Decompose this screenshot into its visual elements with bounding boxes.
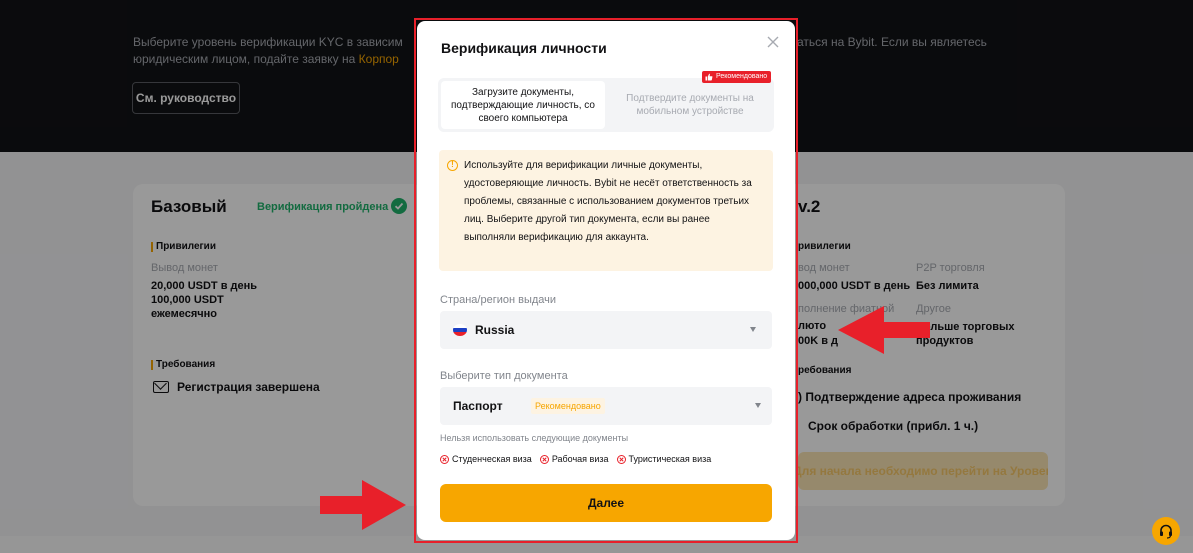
forbidden-doc-item: Рабочая виза (539, 454, 609, 464)
recommended-tag: Рекомендовано (531, 398, 605, 414)
tab-verify-on-mobile[interactable]: Подтвердите документы на мобильном устро… (608, 81, 772, 129)
recommended-badge: Рекомендовано (702, 71, 772, 83)
country-select[interactable]: Russia (440, 311, 772, 349)
next-button[interactable]: Далее (440, 484, 772, 522)
headset-icon (1160, 524, 1172, 539)
tab-upload-from-computer[interactable]: Загрузите документы, подтверждающие личн… (441, 81, 605, 129)
doc-type-label: Выберите тип документа (440, 370, 568, 382)
close-icon[interactable] (766, 35, 780, 49)
russia-flag-icon (453, 324, 467, 336)
recommended-badge-label: Рекомендовано (716, 73, 768, 80)
forbidden-doc-label: Студенческая виза (452, 454, 532, 464)
chevron-down-icon (755, 403, 761, 408)
support-button[interactable] (1152, 517, 1180, 545)
modal-title: Верификация личности (441, 40, 607, 56)
chevron-down-icon (750, 327, 756, 332)
red-arrow-icon (320, 480, 406, 530)
doc-type-value: Паспорт (453, 399, 503, 413)
x-circle-icon (440, 454, 449, 464)
forbidden-doc-item: Туристическая виза (616, 454, 712, 464)
doc-type-select[interactable]: Паспорт Рекомендовано (440, 387, 772, 425)
red-arrow-icon (838, 306, 930, 354)
forbidden-doc-label: Рабочая виза (551, 454, 609, 464)
thumbs-up-icon (705, 73, 713, 81)
country-value: Russia (475, 323, 515, 337)
x-circle-icon (616, 454, 626, 464)
upload-method-tabs: Загрузите документы, подтверждающие личн… (438, 78, 774, 132)
country-label: Страна/регион выдачи (440, 294, 557, 306)
forbidden-docs-label: Нельзя использовать следующие документы (440, 433, 629, 443)
x-circle-icon (539, 454, 549, 464)
identity-verification-modal: Верификация личности Загрузите документы… (417, 21, 795, 540)
forbidden-docs-list: Студенческая виза Рабочая виза Туристиче… (440, 454, 711, 464)
notice-box: Используйте для верификации личные докум… (439, 150, 773, 271)
forbidden-doc-label: Туристическая виза (628, 454, 712, 464)
info-icon (447, 160, 458, 171)
forbidden-doc-item: Студенческая виза (440, 454, 532, 464)
notice-text: Используйте для верификации личные докум… (464, 160, 752, 243)
